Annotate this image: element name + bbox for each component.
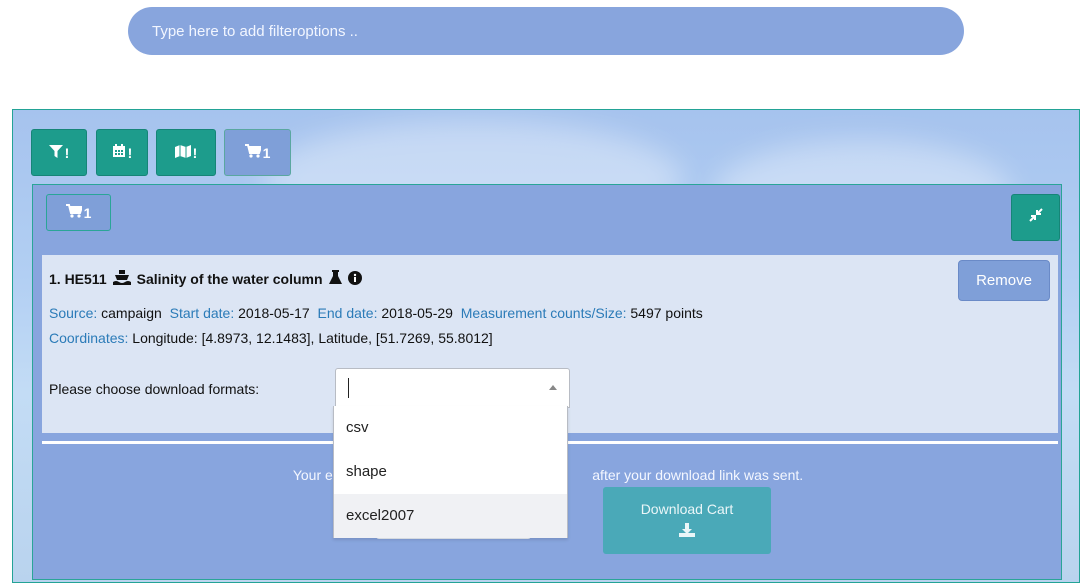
tab-map[interactable]: !	[156, 129, 216, 176]
format-option-csv[interactable]: csv	[334, 406, 567, 450]
collapse-button[interactable]	[1011, 194, 1060, 241]
filter-icon	[48, 144, 63, 161]
cart-count: 1	[83, 204, 92, 221]
text-cursor	[348, 378, 349, 398]
item-coordinates: Coordinates: Longitude: [4.8973, 12.1483…	[49, 330, 493, 346]
chevron-up-icon[interactable]	[549, 385, 557, 390]
coordinates-key: Coordinates:	[49, 330, 129, 346]
item-title: 1. HE511 Salinity of the water column	[49, 270, 362, 288]
start-date-key: Start date:	[169, 305, 235, 321]
item-id: 1. HE511	[49, 271, 107, 287]
tab-filter-badge: !	[64, 144, 70, 161]
remove-button[interactable]: Remove	[958, 260, 1050, 301]
tab-date[interactable]: !	[96, 129, 148, 176]
email-notice-right: after your download link was sent.	[592, 467, 804, 483]
download-icon	[679, 523, 695, 540]
coordinates-value: Longitude: [4.8973, 12.1483], Latitude, …	[132, 330, 493, 346]
tab-cart[interactable]: 1	[224, 129, 291, 176]
end-date-key: End date:	[317, 305, 378, 321]
format-label: Please choose download formats:	[49, 381, 260, 397]
cart-icon	[65, 204, 83, 221]
format-option-excel2007[interactable]: excel2007	[334, 494, 567, 538]
format-option-shape[interactable]: shape	[334, 450, 567, 494]
info-icon[interactable]	[347, 270, 362, 288]
compress-icon	[1028, 208, 1043, 227]
format-select[interactable]	[335, 368, 570, 408]
tab-date-badge: !	[127, 144, 133, 161]
tab-map-badge: !	[192, 144, 198, 161]
format-dropdown: csv shape excel2007	[333, 406, 568, 538]
cart-button[interactable]: 1	[46, 194, 111, 231]
download-cart-button[interactable]: Download Cart	[603, 487, 771, 554]
map-icon	[174, 144, 191, 161]
ship-icon	[112, 270, 131, 288]
start-date-value: 2018-05-17	[238, 305, 310, 321]
download-cart-label: Download Cart	[640, 501, 734, 517]
tab-filter[interactable]: !	[31, 129, 87, 176]
cart-icon	[244, 144, 262, 161]
item-parameter: Salinity of the water column	[136, 271, 323, 287]
calendar-icon	[112, 144, 126, 161]
flask-icon	[328, 270, 342, 288]
source-key: Source:	[49, 305, 98, 321]
item-meta: Source: campaign Start date: 2018-05-17 …	[49, 305, 703, 321]
tab-cart-count: 1	[262, 144, 271, 161]
filter-search-input[interactable]	[128, 7, 964, 55]
end-date-value: 2018-05-29	[381, 305, 453, 321]
measurement-count-key: Measurement counts/Size:	[460, 305, 627, 321]
source-value: campaign	[101, 305, 162, 321]
measurement-count-value: 5497 points	[630, 305, 703, 321]
